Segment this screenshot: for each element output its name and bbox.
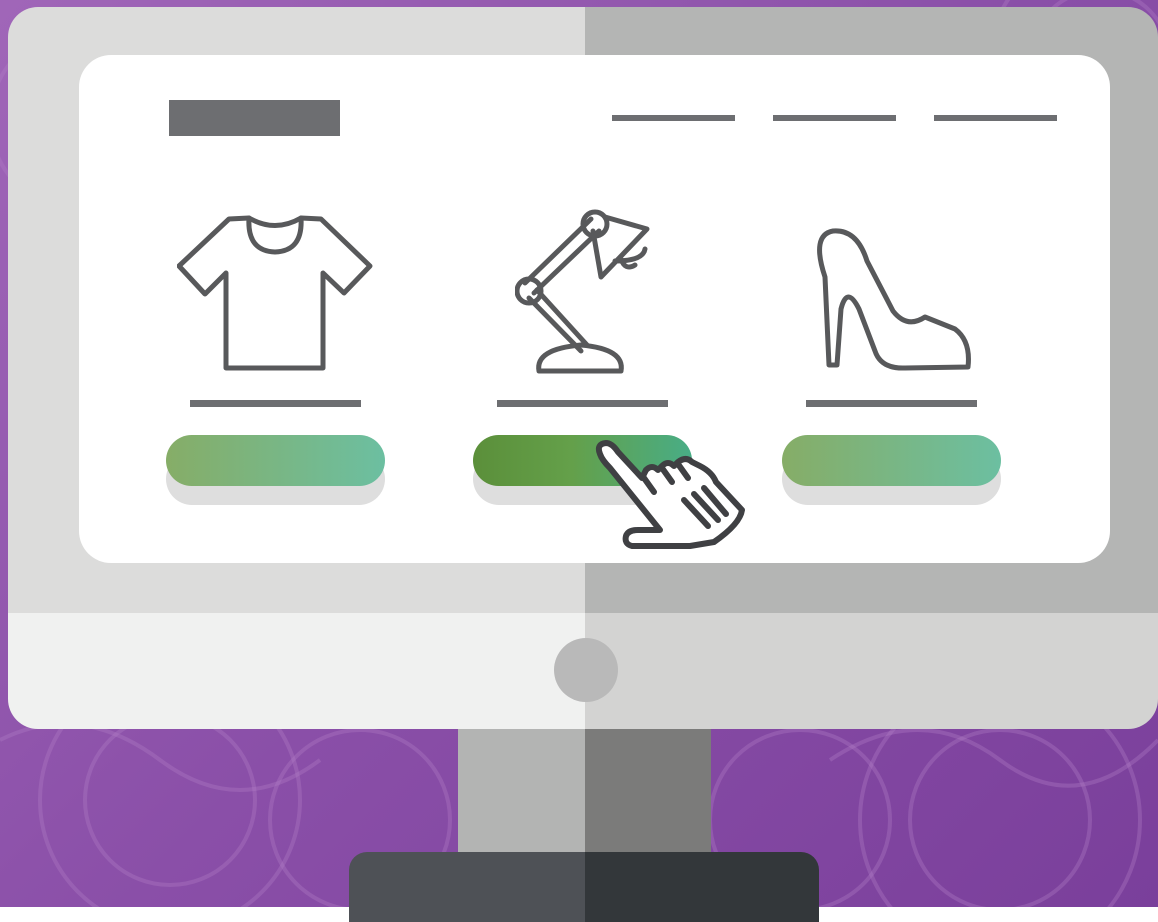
hand-pointer-icon [595,440,745,549]
monitor-stand-neck-shade [585,729,711,854]
monitor-stand-neck [458,729,585,854]
add-to-cart-button-1[interactable] [166,435,385,486]
nav-link-3[interactable] [934,115,1057,121]
product-name-3 [806,400,977,407]
nav-link-1[interactable] [612,115,735,121]
desk-lamp-icon [515,209,650,374]
t-shirt-icon [177,215,373,371]
monitor-stand-base [349,852,585,922]
nav-link-2[interactable] [773,115,896,121]
high-heel-shoe-icon [817,228,971,371]
monitor-stand-base-shade [585,852,819,922]
product-name-1 [190,400,361,407]
product-name-2 [497,400,668,407]
power-button-icon [554,638,618,702]
monitor-chin-shade [585,613,1158,729]
add-to-cart-button-3[interactable] [782,435,1001,486]
site-logo[interactable] [169,100,340,136]
monitor-chin [8,613,585,729]
web-page-screen [79,55,1110,563]
